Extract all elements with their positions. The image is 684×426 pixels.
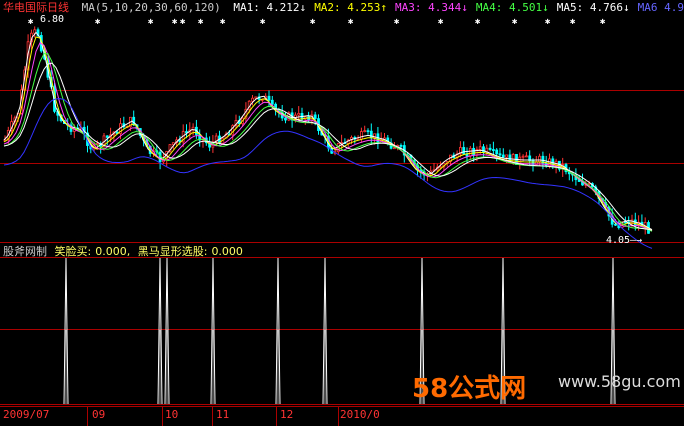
watermark-brand: 58公式网 [412, 374, 527, 404]
star-marker-icon: ✱ [475, 17, 481, 27]
candle-body [624, 221, 627, 224]
candle-body [366, 130, 370, 133]
candle-body [392, 147, 396, 150]
candle-body [399, 144, 403, 147]
candle-body [363, 130, 367, 133]
ma-params: MA(5,10,20,30,60,120) [81, 1, 221, 14]
candle-body [495, 149, 499, 155]
star-marker-icon: ✱ [172, 17, 178, 27]
star-marker-icon: ✱ [180, 17, 186, 27]
candle-body [462, 147, 466, 155]
star-marker-icon: ✱ [545, 17, 551, 27]
candle-body [505, 154, 509, 158]
signal-spike [63, 257, 69, 405]
dark-horse-label: 黑马显形选股: [137, 245, 208, 258]
star-marker-icon: ✱ [28, 17, 34, 27]
star-marker-icon: ✱ [260, 17, 266, 27]
candle-body [501, 154, 505, 158]
price-high-label: 6.80 [40, 14, 64, 25]
candle-body [313, 114, 317, 119]
date-label: 10 [165, 408, 179, 421]
stock-name[interactable]: 华电国际 [3, 1, 47, 14]
indicator-spikes [63, 257, 616, 405]
star-marker-icon: ✱ [348, 17, 354, 27]
star-marker-icon: ✱ [310, 17, 316, 27]
candle-body [525, 155, 528, 158]
smile-buy-label: 笑脸买: [54, 245, 92, 258]
ma-value-3: MA3: 4.344↓ [395, 1, 468, 14]
candle-body [468, 147, 472, 157]
star-marker-icon: ✱ [512, 17, 518, 27]
period-label[interactable]: 日线 [47, 1, 69, 14]
ma-value-5: MA5: 4.766↓ [556, 1, 630, 14]
date-label: 2009/07 [3, 408, 50, 421]
candle-body [270, 99, 274, 105]
candle-body [284, 117, 287, 121]
candle-body [359, 131, 363, 140]
signal-spike [322, 257, 328, 405]
ma-value-2: MA2: 4.253↑ [314, 1, 388, 14]
candle-body [488, 147, 492, 150]
candle-body [478, 146, 482, 150]
candle-body [132, 116, 136, 126]
ma-line-6 [3, 98, 653, 249]
candle-body [472, 147, 476, 156]
signal-spike [164, 257, 170, 405]
candle-body [369, 130, 373, 139]
dark-horse-value: 0.000 [211, 245, 243, 258]
ma-value-1: MA1: 4.212↓ [233, 1, 307, 14]
indicator-name[interactable]: 股斧网制 [3, 245, 47, 258]
star-marker-icon: ✱ [394, 17, 400, 27]
candle-body [521, 155, 525, 158]
star-marker-icon: ✱ [600, 17, 606, 27]
candle-body [498, 153, 502, 156]
date-label: 2010/0 [340, 408, 380, 421]
candle-body [105, 135, 109, 138]
star-marker-icon: ✱ [220, 17, 226, 27]
signal-spike [210, 257, 216, 405]
ma-value-6: MA6 4.995 [637, 1, 684, 14]
indicator-header: 股斧网制 笑脸买: 0.000, 黑马显形选股: 0.000 [3, 245, 247, 258]
stock-chart[interactable]: ✱ ✱ ✱ ✱ ✱ ✱ ✱ ✱ ✱ ✱ ✱ ✱ ✱ ✱ ✱ ✱ ✱ 6.80 4.05 —→ [0, 0, 684, 426]
date-axis: 2009/07 09 10 11 12 2010/0 [0, 406, 684, 426]
candle-body [538, 155, 541, 163]
price-low-label: 4.05 [606, 235, 630, 246]
date-label: 11 [216, 408, 230, 421]
date-label: 12 [280, 408, 294, 421]
candle-body [251, 97, 254, 102]
watermark-url-box: www.58gu.com [558, 372, 681, 391]
watermark-url: www.58gu.com [558, 372, 681, 391]
arrow-right-icon: —→ [630, 235, 642, 246]
candle-body [254, 96, 258, 99]
star-marker-icon: ✱ [570, 17, 576, 27]
star-marker-icon: ✱ [198, 17, 204, 27]
signal-spike [275, 257, 281, 405]
date-label: 09 [92, 408, 106, 421]
candle-body [614, 223, 617, 226]
signal-markers: ✱ ✱ ✱ ✱ ✱ ✱ ✱ ✱ ✱ ✱ ✱ ✱ ✱ ✱ ✱ ✱ ✱ [28, 17, 606, 27]
signal-spike [157, 257, 163, 405]
ma-value-4: MA4: 4.501↓ [475, 1, 549, 14]
candle-body [491, 149, 495, 151]
candle-body [297, 113, 301, 116]
star-marker-icon: ✱ [438, 17, 444, 27]
star-marker-icon: ✱ [95, 17, 101, 27]
candle-body [267, 95, 271, 101]
chart-header: 华电国际日线 MA(5,10,20,30,60,120) MA1: 4.212↓… [3, 1, 684, 14]
star-marker-icon: ✱ [148, 17, 154, 27]
watermark: 58公式网 [412, 368, 526, 405]
ma-values: MA1: 4.212↓ MA2: 4.253↑ MA3: 4.344↓ MA4: 4.… [233, 1, 684, 14]
smile-buy-value: 0.000, [95, 245, 131, 258]
